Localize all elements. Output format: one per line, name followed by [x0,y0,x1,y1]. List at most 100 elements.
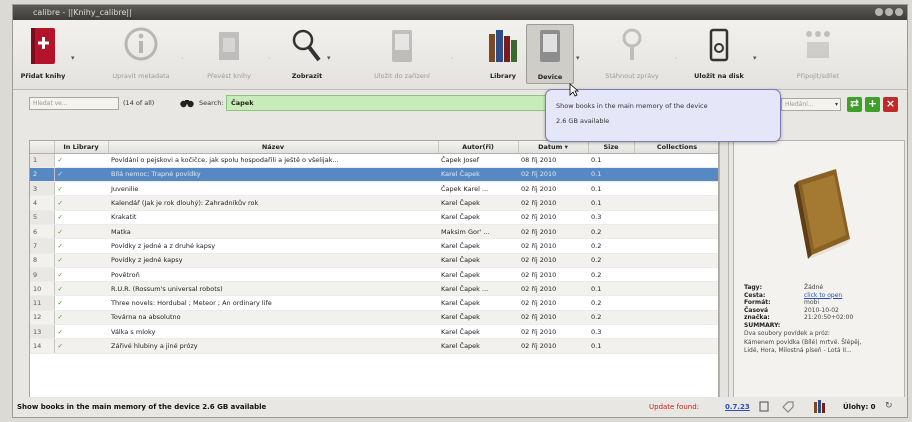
tag-status-icon[interactable] [781,400,795,413]
column-header-title[interactable]: Název [108,141,439,154]
info-icon [124,27,158,61]
book-date: 02 říj 2010 [518,324,588,340]
edit-metadata-button[interactable]: Upravit metadata [109,24,173,84]
book-size: 0.2 [588,253,634,268]
in-library-check-icon: ✓ [54,281,108,297]
table-row[interactable]: 5 ✓ Krakatit Karel Čapek 02 říj 2010 0.3 [30,210,718,225]
book-collections [634,153,718,168]
convert-books-button[interactable]: Převést knihy [199,24,259,84]
table-row[interactable]: 13 ✓ Válka s mloky Karel Čapek 02 říj 2010 0.… [30,324,718,340]
table-row[interactable]: 4 ✓ Kalendář (Jak je rok dlouhý): Zahradní… [30,195,718,211]
minimize-button[interactable] [875,8,883,16]
in-library-check-icon: ✓ [54,224,108,240]
table-row[interactable]: 14 ✓ Zářivé hlubiny a jiné prózy Karel Čape… [30,338,718,354]
delete-search-button[interactable]: × [883,97,898,112]
book-size: 0.1 [588,338,634,354]
save-to-disk-button[interactable]: Uložit na disk [689,24,749,84]
in-library-check-icon: ✓ [54,338,108,354]
in-library-check-icon: ✓ [54,181,108,197]
column-header-date[interactable]: Datum ▾ [518,141,589,154]
column-header-size[interactable]: Size [588,141,635,154]
library-status-icon[interactable] [813,399,827,414]
row-number: 1 [30,153,55,168]
send-to-device-button[interactable]: Uložit do zařízení [357,24,447,84]
library-button[interactable]: Library [483,24,523,84]
book-title: Povídky z jedné a z druhé kapsy [108,238,438,254]
status-bar: Show books in the main memory of the dev… [13,397,907,417]
book-size: 0.1 [588,153,634,168]
sort-desc-icon: ▾ [564,142,568,151]
saved-search-combo[interactable]: Hledání... ▾ [781,98,841,111]
device-tooltip: Show books in the main memory of the dev… [545,89,781,142]
table-row[interactable]: 3 ✓ Juvenilie Čapek Karel ... 02 říj 2010 0.1 [30,181,718,197]
timestamp-date: 2010-10-02 [804,306,839,314]
table-row[interactable]: 7 ✓ Povídky z jedné a z druhé kapsy Karel Č… [30,238,718,254]
book-date: 02 říj 2010 [518,281,588,297]
table-row[interactable]: 8 ✓ Povídky z jedné kapsy Karel Čapek 02 říj… [30,253,718,268]
table-row[interactable]: 12 ✓ Továrna na absolutno Karel Čapek 02 říj… [30,310,718,326]
book-date: 02 říj 2010 [518,195,588,211]
path-link[interactable]: click to open [804,292,842,300]
magnifier-icon [292,29,321,62]
column-header-collections[interactable]: Collections [634,141,718,154]
table-row[interactable]: 9 ✓ Povětroň Karel Čapek 02 říj 2010 0.2 [30,267,718,283]
book-collections [634,238,718,254]
book-collections [634,281,718,297]
book-size: 0.2 [588,295,634,311]
book-collections [634,181,718,197]
device-button[interactable]: Device [526,24,574,84]
table-row[interactable]: 2 ✓ Bílá nemoc; Trapné povídky Karel Čapek 0… [30,167,718,183]
table-row[interactable]: 1 ✓ Povídání o pejskovi a kočičce, jak spo… [30,153,718,168]
summary-line-3: Lidé, Hora, Milostná píseň - Lotá II... [744,347,852,354]
window-title: calibre - ||Knihy_calibre|| [33,8,132,17]
row-number: 2 [30,167,55,183]
device-dropdown-icon[interactable]: ▾ [576,54,580,62]
save-dropdown-icon[interactable]: ▾ [753,54,757,62]
book-collections [634,338,718,354]
book-title: Válka s mloky [108,324,438,340]
window-controls [875,8,903,16]
in-library-check-icon: ✓ [54,324,108,340]
main-toolbar: Přidat knihy ▾ Upravit metadata · Převés… [13,20,907,90]
book-collections [634,253,718,268]
table-row[interactable]: 10 ✓ R.U.R. (Rossum's universal robots) Kar… [30,281,718,297]
save-search-icon: ⇄ [849,97,860,110]
in-library-check-icon: ✓ [54,238,108,254]
calibre-window: calibre - ||Knihy_calibre|| Přidat knihy… [12,4,908,418]
table-row[interactable]: 6 ✓ Matka Maksim Gor' ... 02 říj 2010 0.2 [30,224,718,240]
in-library-check-icon: ✓ [54,295,108,311]
device-status-icon[interactable] [759,401,769,412]
book-author: Karel Čapek [438,338,518,354]
book-collections [634,167,718,183]
add-search-button[interactable]: + [865,97,880,112]
view-dropdown-icon[interactable]: ▾ [327,54,331,62]
format-label: Formát: [744,299,771,306]
book-list: In Library Název Autor(ři) Datum ▾ Size … [29,140,719,398]
search-input[interactable]: Čapek [226,95,566,111]
save-search-button[interactable]: ⇄ [847,97,862,112]
in-library-check-icon: ✓ [54,253,108,268]
jobs-count[interactable]: Úlohy: 0 [843,403,876,411]
add-books-button[interactable]: Přidat knihy [19,24,67,84]
book-author: Karel Čapek [438,195,518,211]
binoculars-icon[interactable] [180,98,194,108]
connect-share-button[interactable]: Připojit/sdílet [783,24,853,84]
in-library-check-icon: ✓ [54,267,108,283]
search-restriction-combo[interactable]: Hledat ve... [29,97,119,110]
fetch-news-button[interactable]: Stáhnout zprávy [597,24,667,84]
book-size: 0.3 [588,210,634,225]
view-button[interactable]: Zobrazit [285,24,329,84]
column-header-authors[interactable]: Autor(ři) [438,141,519,154]
row-number: 3 [30,181,55,197]
add-books-dropdown-icon[interactable]: ▾ [71,54,75,62]
tooltip-line-2: 2.6 GB available [556,117,610,125]
update-version-link[interactable]: 0.7.23 [725,403,750,411]
book-list-scrollbar[interactable] [719,140,729,398]
table-row[interactable]: 11 ✓ Three novels: Hordubal ; Meteor ; An … [30,295,718,311]
book-title: Kalendář (Jak je rok dlouhý): Zahradníků… [108,195,438,211]
maximize-button[interactable] [885,8,893,16]
book-date: 08 říj 2010 [518,153,588,168]
book-collections [634,295,718,311]
close-button[interactable] [895,8,903,16]
column-header-in-library[interactable]: In Library [54,141,109,154]
